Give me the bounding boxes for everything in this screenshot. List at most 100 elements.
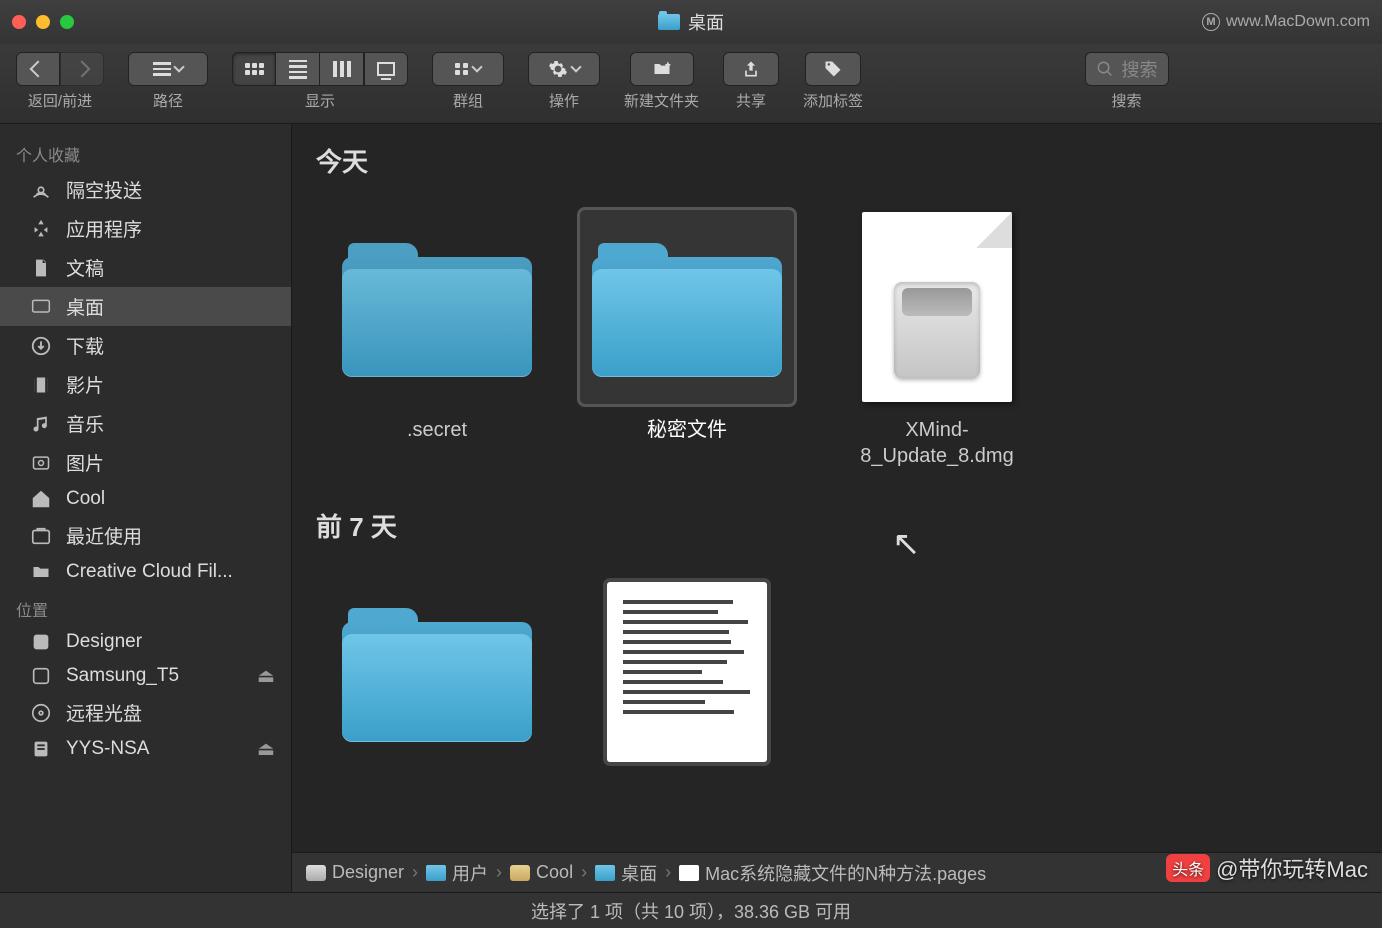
sidebar-item-label: 隔空投送 xyxy=(66,176,142,203)
grid-icon xyxy=(245,63,264,75)
view-list-button[interactable] xyxy=(276,52,320,86)
sidebar-location-远程光盘[interactable]: 远程光盘 xyxy=(0,693,291,732)
window-title: 桌面 xyxy=(658,9,724,35)
search-input[interactable]: 搜索 xyxy=(1085,52,1169,86)
tags-button[interactable] xyxy=(805,52,861,86)
chevron-left-icon xyxy=(30,61,47,78)
watermark-badge: 头条 xyxy=(1166,854,1210,882)
chevron-down-icon xyxy=(471,61,482,72)
documents-icon xyxy=(28,257,54,279)
minimize-button[interactable] xyxy=(36,15,50,29)
folder-icon xyxy=(592,237,782,377)
sidebar-item-pictures[interactable]: 图片 xyxy=(0,443,291,482)
toolbar-label-group: 群组 xyxy=(453,90,483,111)
titlebar: 桌面 M www.MacDown.com xyxy=(0,0,1382,44)
folder-icon xyxy=(342,602,532,742)
nas-icon xyxy=(28,738,54,760)
file-grid: .secret 秘密文件 XMind-8_Update_8.dmg xyxy=(292,187,1382,489)
sidebar-item-label: 影片 xyxy=(66,371,104,398)
section-title: 今天 xyxy=(292,124,1382,187)
file-item[interactable]: XMind-8_Update_8.dmg xyxy=(832,207,1042,469)
action-button[interactable] xyxy=(528,52,600,86)
file-label: .secret xyxy=(407,417,467,443)
sidebar-location-Samsung_T5[interactable]: Samsung_T5 ⏏ xyxy=(0,659,291,693)
pages-icon xyxy=(607,582,767,762)
main: 个人收藏 隔空投送应用程序文稿桌面下载影片音乐图片Cool最近使用Creativ… xyxy=(0,124,1382,894)
sidebar-heading-locations: 位置 xyxy=(0,589,291,625)
sidebar-item-label: Samsung_T5 xyxy=(66,665,179,687)
sidebar: 个人收藏 隔空投送应用程序文稿桌面下载影片音乐图片Cool最近使用Creativ… xyxy=(0,124,292,894)
view-icons-button[interactable] xyxy=(232,52,276,86)
file-item[interactable] xyxy=(332,572,542,782)
path-label: 桌面 xyxy=(621,860,657,886)
file-item[interactable] xyxy=(582,572,792,782)
path-item[interactable]: Mac系统隐藏文件的N种方法.pages xyxy=(679,860,986,886)
chevron-down-icon xyxy=(570,61,581,72)
content-area[interactable]: 今天.secret秘密文件XMind-8_Update_8.dmg前 7 天 ↖ xyxy=(292,124,1382,894)
sidebar-item-airdrop[interactable]: 隔空投送 xyxy=(0,170,291,209)
sidebar-item-downloads[interactable]: 下载 xyxy=(0,326,291,365)
sidebar-item-recents[interactable]: 最近使用 xyxy=(0,516,291,555)
folder-icon xyxy=(595,865,615,881)
list-icon xyxy=(289,60,307,79)
back-button[interactable] xyxy=(16,52,60,86)
forward-button[interactable] xyxy=(60,52,104,86)
pictures-icon xyxy=(28,452,54,474)
sidebar-location-YYS-NSA[interactable]: YYS-NSA⏏ xyxy=(0,732,291,766)
toolbar-back-forward-group: 返回/前进 xyxy=(16,52,104,111)
sidebar-item-label: 音乐 xyxy=(66,410,104,437)
section-title: 前 7 天 xyxy=(292,489,1382,552)
sidebar-item-music[interactable]: 音乐 xyxy=(0,404,291,443)
toolbar-label-path: 路径 xyxy=(153,90,183,111)
view-gallery-button[interactable] xyxy=(364,52,408,86)
chevron-right-icon xyxy=(74,61,91,78)
toolbar-label-tags: 添加标签 xyxy=(803,90,863,111)
sidebar-item-documents[interactable]: 文稿 xyxy=(0,248,291,287)
sidebar-item-movies[interactable]: 影片 xyxy=(0,365,291,404)
path-button[interactable] xyxy=(128,52,208,86)
sidebar-item-desktop[interactable]: 桌面 xyxy=(0,287,291,326)
path-label: Cool xyxy=(536,862,573,883)
chevron-down-icon xyxy=(173,61,184,72)
toolbar-action-group: 操作 xyxy=(528,52,600,111)
maximize-button[interactable] xyxy=(60,15,74,29)
tag-icon xyxy=(823,59,843,79)
close-button[interactable] xyxy=(12,15,26,29)
ext-icon xyxy=(28,665,54,687)
sidebar-location-Designer[interactable]: Designer xyxy=(0,625,291,659)
group-icon xyxy=(455,63,469,75)
sidebar-item-folder[interactable]: Creative Cloud Fil... xyxy=(0,555,291,589)
path-item[interactable]: 桌面 xyxy=(595,860,657,886)
watermark-text: @带你玩转Mac xyxy=(1216,852,1368,884)
sidebar-item-home[interactable]: Cool xyxy=(0,482,291,516)
path-item[interactable]: Designer xyxy=(306,862,404,883)
file-icon-box xyxy=(327,572,547,772)
doc-icon xyxy=(679,865,699,881)
sidebar-item-label: Cool xyxy=(66,488,105,510)
traffic-lights xyxy=(12,15,74,29)
dmg-icon xyxy=(862,212,1012,402)
eject-icon[interactable]: ⏏ xyxy=(257,738,275,761)
new-folder-button[interactable] xyxy=(630,52,694,86)
toolbar-label-backforward: 返回/前进 xyxy=(28,90,92,111)
toolbar-label-action: 操作 xyxy=(549,90,579,111)
path-item[interactable]: Cool xyxy=(510,862,573,883)
disc-icon xyxy=(28,702,54,724)
path-item[interactable]: 用户 xyxy=(426,860,488,886)
sidebar-item-apps[interactable]: 应用程序 xyxy=(0,209,291,248)
folder-icon xyxy=(658,14,680,30)
share-button[interactable] xyxy=(723,52,779,86)
watermark-url: M www.MacDown.com xyxy=(1202,13,1370,31)
file-item[interactable]: .secret xyxy=(332,207,542,469)
path-separator-icon: › xyxy=(496,862,502,883)
hd-icon xyxy=(28,631,54,653)
file-item[interactable]: 秘密文件 xyxy=(582,207,792,469)
sidebar-item-label: Creative Cloud Fil... xyxy=(66,561,233,583)
group-button[interactable] xyxy=(432,52,504,86)
file-label: XMind-8_Update_8.dmg xyxy=(832,417,1042,469)
view-columns-button[interactable] xyxy=(320,52,364,86)
status-bar: 选择了 1 项（共 10 项），38.36 GB 可用 xyxy=(0,892,1382,928)
eject-icon[interactable]: ⏏ xyxy=(257,665,275,688)
columns-icon xyxy=(333,61,351,77)
toolbar-label-newfolder: 新建文件夹 xyxy=(624,90,699,111)
